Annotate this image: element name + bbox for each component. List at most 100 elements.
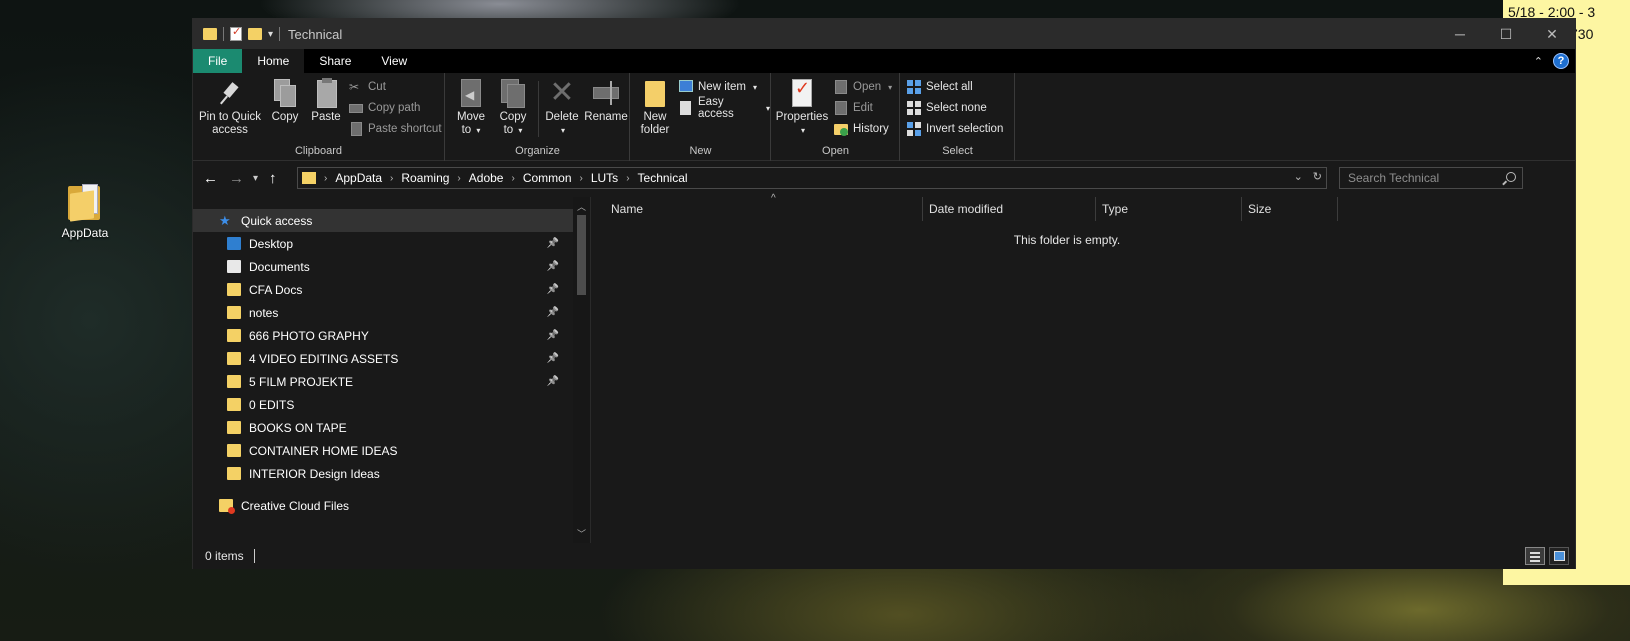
copy-path-icon [349,101,363,115]
copy-to-label-1: Copy [499,111,527,123]
search-icon[interactable] [1506,172,1516,182]
open-button[interactable]: Open ▾ [834,78,892,96]
invert-selection-button[interactable]: Invert selection [907,120,1003,138]
search-input[interactable]: Search Technical [1339,167,1523,189]
forward-button[interactable]: → [229,170,244,187]
copy-path-button[interactable]: Copy path [349,99,420,117]
edit-button[interactable]: Edit [834,99,873,117]
cut-button[interactable]: ✂ Cut [349,78,386,96]
select-all-button[interactable]: Select all [907,78,973,96]
chevron-down-icon[interactable]: ⌄ [1294,170,1303,183]
breadcrumb-technical[interactable]: Technical [638,171,688,185]
help-icon[interactable]: ? [1553,53,1569,69]
rename-button[interactable]: Rename [584,77,628,124]
tab-file[interactable]: File [193,49,243,73]
paste-shortcut-icon [349,122,363,136]
address-bar[interactable]: › AppData › Roaming › Adobe › Common › L… [297,167,1327,189]
pin-icon[interactable]: 📌 [547,376,559,387]
sidebar-item-documents[interactable]: Documents 📌 [193,255,573,278]
chevron-right-icon[interactable]: › [626,173,629,184]
folder-icon [302,172,316,184]
pin-label-1: Pin to Quick [199,111,261,123]
refresh-icon[interactable]: ↻ [1313,170,1322,183]
sidebar-item-cfa-docs[interactable]: CFA Docs 📌 [193,278,573,301]
tab-share[interactable]: Share [304,49,366,73]
move-to-button[interactable]: ◀ Move to ▾ [452,77,490,137]
scroll-thumb[interactable] [577,215,586,295]
chevron-right-icon[interactable]: › [390,173,393,184]
delete-button[interactable]: ✕ Delete ▾ [542,77,582,137]
history-button[interactable]: History [834,120,889,138]
details-view-icon[interactable] [1525,547,1545,565]
copy-to-button[interactable]: Copy to ▾ [494,77,532,137]
pin-icon[interactable]: 📌 [547,307,559,318]
new-item-button[interactable]: New item ▾ [679,78,757,96]
paste-shortcut-button[interactable]: Paste shortcut [349,120,442,138]
paste-icon [311,77,341,109]
group-clipboard: Pin to Quick access Copy Paste ✂ Cut Cop… [193,73,445,161]
scroll-down-icon[interactable]: ﹀ [577,527,586,540]
column-header-name[interactable]: Name ^ [605,193,923,221]
select-all-label: Select all [926,81,973,93]
customize-toolbar-icon[interactable]: ▾ [268,29,273,40]
desktop-icon-appdata[interactable]: AppData [58,182,112,240]
pin-icon[interactable]: 📌 [547,353,559,364]
pin-icon[interactable]: 📌 [547,284,559,295]
sidebar-item-books-on-tape[interactable]: BOOKS ON TAPE [193,416,573,439]
minimize-ribbon-icon[interactable]: ⌃ [1534,55,1543,68]
close-button[interactable]: ✕ [1529,19,1575,49]
breadcrumb-adobe[interactable]: Adobe [469,171,504,185]
column-header-type[interactable]: Type [1096,197,1242,221]
sidebar-item-desktop[interactable]: Desktop 📌 [193,232,573,255]
large-icons-view-icon[interactable] [1549,547,1569,565]
paste-button[interactable]: Paste [307,77,345,124]
chevron-right-icon[interactable]: › [511,173,514,184]
delete-label: Delete [545,111,579,123]
column-header-date[interactable]: Date modified [923,197,1096,221]
sidebar-item-container-home-ideas[interactable]: CONTAINER HOME IDEAS [193,439,573,462]
select-none-button[interactable]: Select none [907,99,987,117]
minimize-button[interactable]: ─ [1437,19,1483,49]
copy-button[interactable]: Copy [267,77,303,124]
column-header-size[interactable]: Size [1242,197,1338,221]
back-button[interactable]: ← [203,170,218,187]
new-folder-label-1: New [643,111,667,123]
sidebar-item-666-photo-graphy[interactable]: 666 PHOTO GRAPHY 📌 [193,324,573,347]
pin-icon[interactable]: 📌 [547,238,559,249]
sidebar-item-0-edits[interactable]: 0 EDITS [193,393,573,416]
breadcrumb-roaming[interactable]: Roaming [401,171,449,185]
properties-button[interactable]: ✓ Properties ▾ [774,77,830,137]
chevron-right-icon[interactable]: › [324,173,327,184]
breadcrumb-appdata[interactable]: AppData [335,171,382,185]
title-bar[interactable]: ▾ Technical ─ ☐ ✕ [193,19,1575,49]
pin-icon[interactable]: 📌 [547,261,559,272]
folder-icon [227,444,241,457]
pin-to-quick-access-button[interactable]: Pin to Quick access [197,77,263,137]
maximize-button[interactable]: ☐ [1483,19,1529,49]
recent-locations-icon[interactable]: ▾ [253,173,258,184]
copy-icon [270,77,300,109]
sidebar-item-interior-design-ideas[interactable]: INTERIOR Design Ideas [193,462,573,485]
breadcrumb-common[interactable]: Common [523,171,572,185]
sidebar-item-label: Documents [249,259,310,274]
scroll-up-icon[interactable]: ︿ [577,200,586,213]
nav-scrollbar[interactable]: ︿ ﹀ [573,197,590,543]
tab-home[interactable]: Home [242,49,305,73]
properties-icon[interactable] [230,25,242,41]
sidebar-item-quick-access[interactable]: ★ Quick access [193,209,573,232]
group-select: Select all Select none Invert selection … [901,73,1015,161]
sidebar-item-4-video-editing-assets[interactable]: 4 VIDEO EDITING ASSETS 📌 [193,347,573,370]
sidebar-item-notes[interactable]: notes 📌 [193,301,573,324]
paste-shortcut-label: Paste shortcut [368,123,442,135]
up-button[interactable]: ↑ [269,170,277,187]
pin-icon[interactable]: 📌 [547,330,559,341]
sidebar-item-creative-cloud[interactable]: Creative Cloud Files [193,494,573,517]
chevron-right-icon[interactable]: › [457,173,460,184]
tab-view[interactable]: View [366,49,422,73]
sidebar-item-5-film-projekte[interactable]: 5 FILM PROJEKTE 📌 [193,370,573,393]
easy-access-button[interactable]: Easy access ▾ [679,96,770,120]
new-folder-icon[interactable] [248,28,262,40]
new-folder-button[interactable]: New folder [635,77,675,137]
chevron-right-icon[interactable]: › [580,173,583,184]
breadcrumb-luts[interactable]: LUTs [591,171,618,185]
